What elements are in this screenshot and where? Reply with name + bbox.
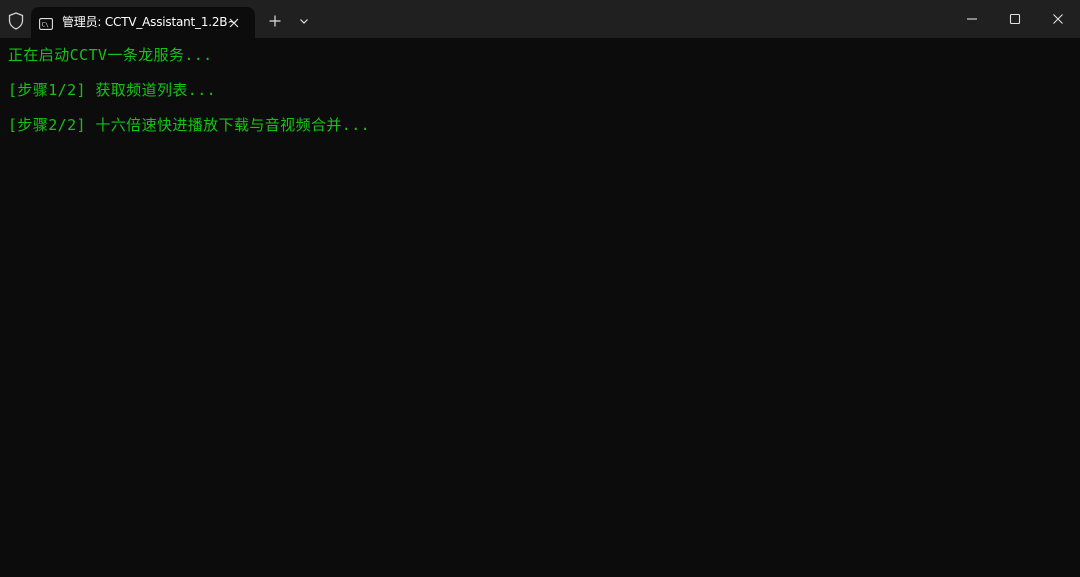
tab-active[interactable]: C\ 管理员: CCTV_Assistant_1.2B~ (31, 7, 255, 38)
minimize-icon[interactable] (949, 0, 995, 38)
title-bar[interactable]: C\ 管理员: CCTV_Assistant_1.2B~ (0, 0, 1080, 38)
console-output[interactable]: 正在启动CCTV一条龙服务... [步骤1/2] 获取频道列表... [步骤2/… (0, 38, 1080, 577)
chevron-down-icon[interactable] (292, 10, 316, 32)
maximize-icon[interactable] (992, 0, 1038, 38)
close-icon[interactable] (227, 15, 241, 29)
svg-text:C\: C\ (42, 22, 50, 29)
console-line: [步骤1/2] 获取频道列表... (8, 81, 217, 99)
terminal-window: C\ 管理员: CCTV_Assistant_1.2B~ 正在启动CCTV一条龙… (0, 0, 1080, 577)
close-icon[interactable] (1035, 0, 1080, 38)
console-line: [步骤2/2] 十六倍速快进播放下载与音视频合并... (8, 116, 371, 134)
terminal-icon: C\ (39, 15, 53, 30)
console-line: 正在启动CCTV一条龙服务... (8, 46, 213, 64)
plus-icon[interactable] (262, 10, 288, 32)
tab-title: 管理员: CCTV_Assistant_1.2B~ (62, 15, 238, 29)
shield-icon (7, 12, 25, 30)
